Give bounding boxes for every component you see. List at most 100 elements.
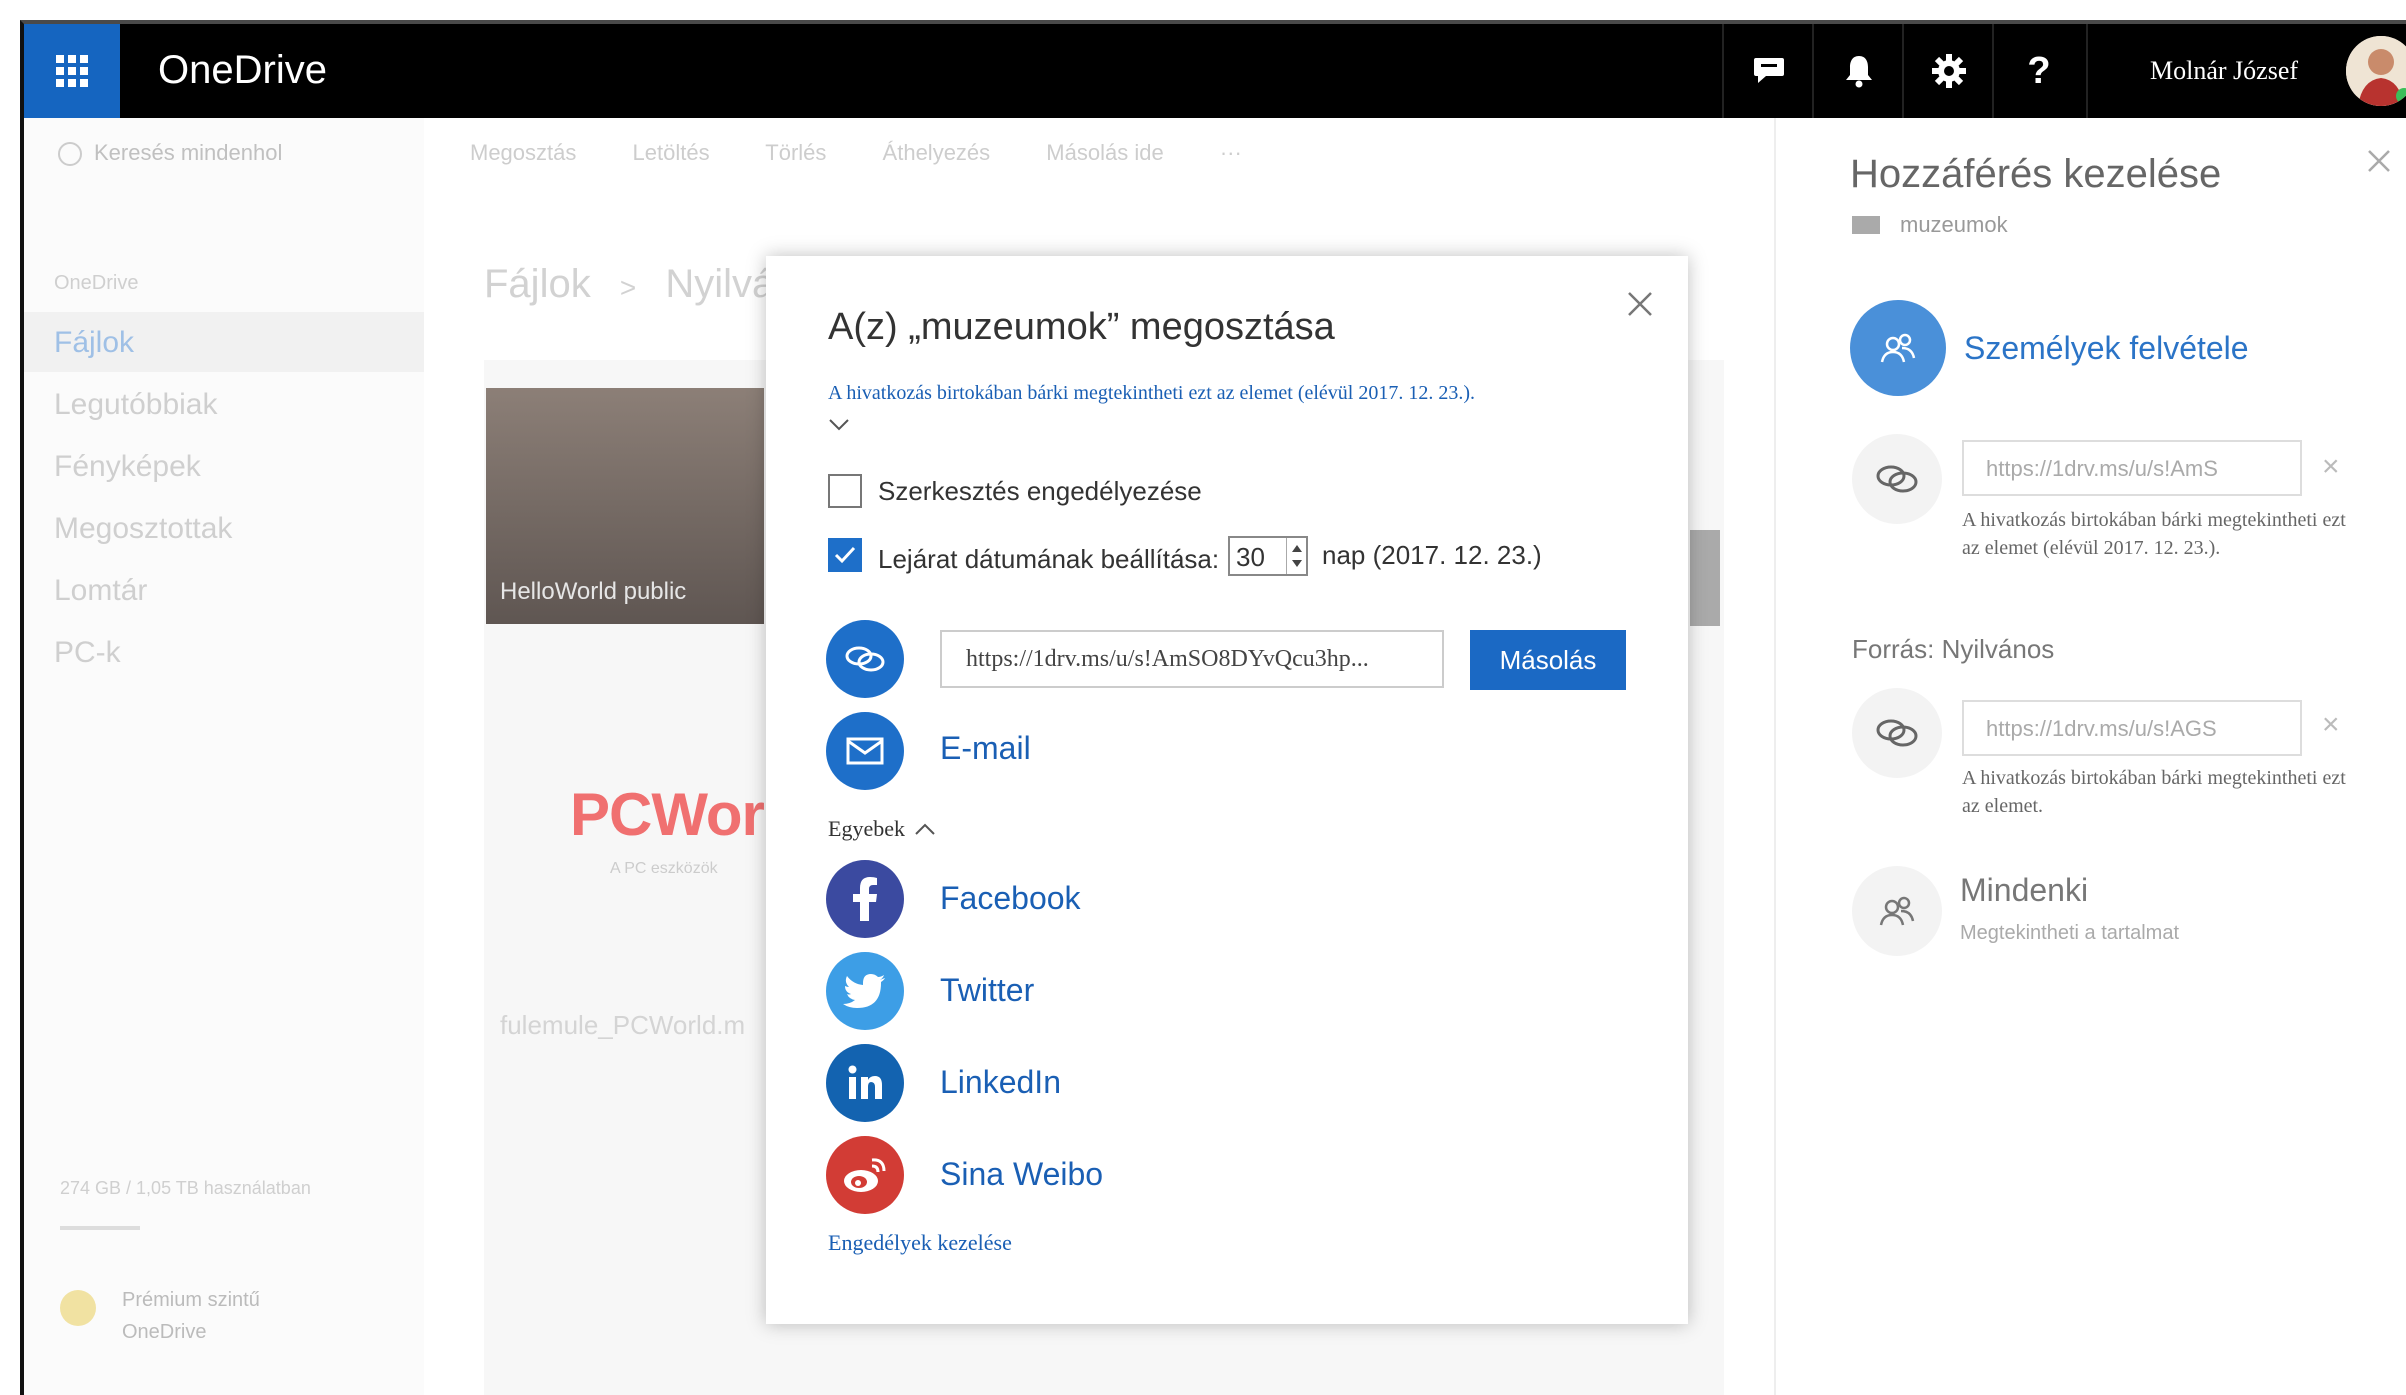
app-launcher-button[interactable]	[24, 24, 120, 118]
nav-item-recent[interactable]: Legutóbbiak	[54, 388, 217, 422]
help-icon: ?	[2027, 49, 2051, 92]
chevron-down-icon	[829, 419, 849, 431]
nav-root[interactable]: OneDrive	[54, 272, 138, 295]
notifications-button[interactable]	[1812, 24, 1904, 118]
command-bar: Megosztás Letöltés Törlés Áthelyezés Más…	[470, 140, 1242, 166]
email-label[interactable]: E-mail	[940, 730, 1031, 767]
pcworld-tagline: A PC eszközök	[610, 860, 718, 877]
search-icon	[58, 142, 82, 167]
chevron-up-icon	[915, 823, 936, 835]
search-placeholder: Keresés mindenhol	[94, 140, 283, 165]
linkedin-label[interactable]: LinkedIn	[940, 1064, 1061, 1101]
link-icon-badge	[826, 620, 904, 698]
file-name[interactable]: fulemule_PCWorld.m	[500, 1010, 745, 1041]
chat-icon	[1754, 58, 1784, 83]
add-people-label[interactable]: Személyek felvétele	[1964, 330, 2249, 367]
add-people-button[interactable]	[1850, 300, 1946, 396]
settings-button[interactable]	[1902, 24, 1994, 118]
premium-link[interactable]: Prémium szintű OneDrive	[122, 1284, 260, 1348]
expiry-checkbox[interactable]	[828, 538, 862, 572]
others-toggle[interactable]: Egyebek	[828, 816, 936, 842]
panel-close-button[interactable]	[2366, 148, 2392, 179]
twitter-button[interactable]	[826, 952, 904, 1030]
checkmark-icon	[834, 546, 856, 564]
mail-icon	[846, 737, 884, 765]
nav-item-photos[interactable]: Fényképek	[54, 450, 201, 484]
link-1-description: A hivatkozás birtokában bárki megtekinth…	[1962, 509, 2346, 559]
copy-link-button[interactable]: Másolás	[1470, 630, 1626, 690]
cmd-copy[interactable]: Másolás ide	[1046, 140, 1163, 165]
pcworld-logo: PCWorl	[570, 781, 781, 848]
manage-permissions-link[interactable]: Engedélyek kezelése	[828, 1230, 1012, 1256]
weibo-label[interactable]: Sina Weibo	[940, 1156, 1103, 1193]
twitter-label[interactable]: Twitter	[940, 972, 1034, 1009]
search-box[interactable]: Keresés mindenhol	[58, 140, 283, 167]
scroll-thumb[interactable]	[1690, 530, 1720, 626]
everyone-permission[interactable]: Megtekintheti a tartalmat	[1960, 922, 2179, 945]
folder-icon	[1852, 216, 1880, 234]
everyone-icon-badge	[1852, 866, 1942, 956]
allow-edit-label: Szerkesztés engedélyezése	[878, 476, 1202, 506]
cmd-move[interactable]: Áthelyezés	[883, 140, 991, 165]
panel-title: Hozzáférés kezelése	[1850, 152, 2222, 196]
dialog-close-button[interactable]	[1624, 288, 1656, 320]
gear-icon	[1932, 54, 1966, 88]
stepper-arrows-icon	[1292, 545, 1302, 567]
email-button[interactable]	[826, 712, 904, 790]
weibo-icon	[844, 1158, 886, 1192]
remove-link-1-icon[interactable]: ×	[2322, 450, 2340, 484]
expiry-days-stepper[interactable]	[1286, 538, 1307, 574]
link-2-field[interactable]: https://1drv.ms/u/s!AGS	[1962, 700, 2302, 756]
nav-item-shared[interactable]: Megosztottak	[54, 512, 232, 546]
topbar-divider	[2086, 24, 2088, 118]
close-icon	[2368, 150, 2390, 172]
premium-icon	[60, 1290, 96, 1326]
facebook-label[interactable]: Facebook	[940, 880, 1081, 917]
waffle-icon	[56, 55, 88, 87]
user-name[interactable]: Molnár József	[2150, 54, 2298, 88]
allow-edit-checkbox[interactable]	[828, 474, 862, 508]
cmd-share[interactable]: Megosztás	[470, 140, 576, 165]
link-icon-badge	[1852, 688, 1942, 778]
linkedin-button[interactable]	[826, 1044, 904, 1122]
folder-thumbnail-label: HelloWorld public	[500, 578, 687, 605]
link-description[interactable]: A hivatkozás birtokában bárki megtekinth…	[828, 382, 1475, 405]
panel-item-name: muzeumok	[1900, 212, 2008, 237]
chat-button[interactable]	[1722, 24, 1814, 118]
link-icon	[1876, 465, 1918, 493]
add-people-icon	[1880, 333, 1916, 363]
link-icon	[845, 646, 885, 672]
sidebar	[24, 118, 424, 1395]
nav-item-recycle[interactable]: Lomtár	[54, 574, 147, 608]
app-name[interactable]: OneDrive	[158, 44, 327, 96]
facebook-button[interactable]	[826, 860, 904, 938]
share-link-field[interactable]: https://1drv.ms/u/s!AmSO8DYvQcu3hp...	[940, 630, 1444, 688]
nav-item-files[interactable]: Fájlok	[54, 326, 134, 360]
cmd-download[interactable]: Letöltés	[633, 140, 710, 165]
expiry-label: Lejárat dátumának beállítása:	[878, 544, 1220, 574]
remove-link-2-icon[interactable]: ×	[2322, 708, 2340, 742]
share-dialog	[766, 256, 1688, 1324]
weibo-button[interactable]	[826, 1136, 904, 1214]
storage-text: 274 GB / 1,05 TB használatban	[60, 1178, 311, 1198]
bell-icon	[1846, 56, 1872, 88]
help-button[interactable]: ?	[1992, 24, 2084, 118]
premium-line-1: Prémium szintű	[122, 1289, 260, 1311]
dialog-title: A(z) „muzeumok” megosztása	[828, 306, 1335, 348]
expiry-days-suffix: nap (2017. 12. 23.)	[1322, 540, 1542, 570]
everyone-label: Mindenki	[1960, 872, 2089, 908]
storage-bar	[60, 1226, 140, 1230]
breadcrumb-separator: >	[619, 272, 637, 303]
link-icon-badge	[1852, 434, 1942, 524]
nav-item-pcs[interactable]: PC-k	[54, 636, 121, 670]
link-1-field[interactable]: https://1drv.ms/u/s!AmS	[1962, 440, 2302, 496]
cmd-delete[interactable]: Törlés	[765, 140, 826, 165]
link-2-description: A hivatkozás birtokában bárki megtekinth…	[1962, 767, 2346, 817]
breadcrumb-files[interactable]: Fájlok	[484, 262, 591, 306]
link-icon	[1876, 719, 1918, 747]
linkedin-icon	[848, 1065, 882, 1099]
facebook-icon	[853, 877, 877, 921]
premium-line-2: OneDrive	[122, 1321, 207, 1343]
cmd-more[interactable]: ···	[1220, 140, 1242, 165]
expand-options-button[interactable]	[828, 418, 850, 437]
